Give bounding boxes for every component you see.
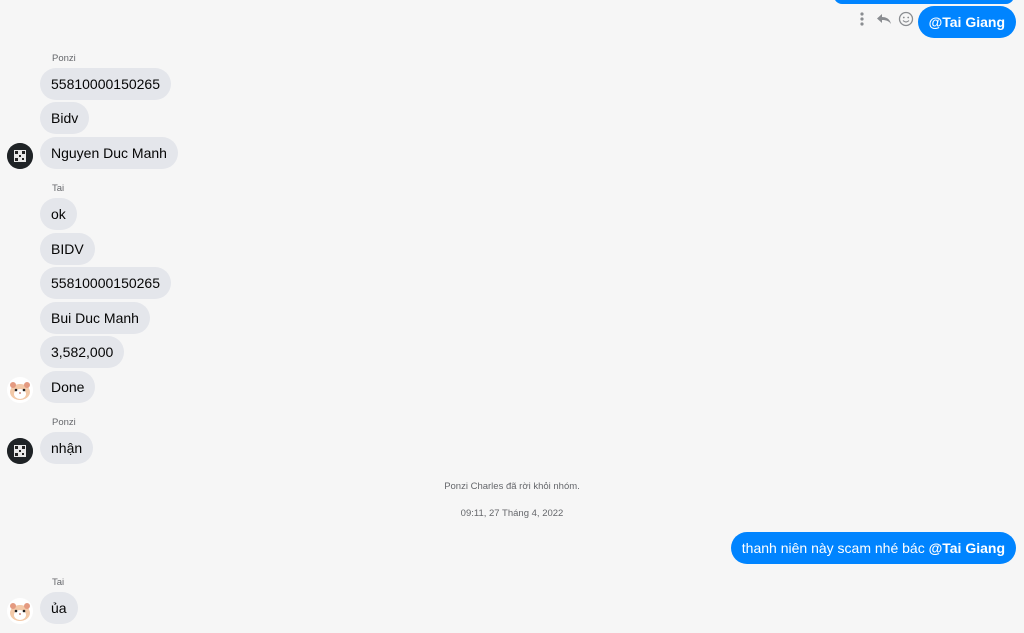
more-vertical-icon[interactable] (854, 11, 870, 27)
outgoing-message-bubble[interactable]: @Tai Giang (917, 6, 1016, 38)
smiley-icon[interactable] (898, 11, 914, 27)
message-text: thanh niên này scam nhé bác (741, 540, 929, 556)
system-notice: Ponzi Charles đã rời khỏi nhóm. (444, 481, 580, 492)
incoming-message-bubble[interactable]: 55810000150265 (40, 68, 172, 100)
incoming-message-bubble[interactable]: Bui Duc Manh (40, 302, 150, 334)
avatar[interactable] (7, 143, 33, 169)
message-actions (854, 11, 914, 27)
outgoing-message-bubble[interactable]: thanh niên này scam nhé bác @Tai Giang (730, 532, 1016, 564)
outgoing-message-bubble-partial[interactable] (834, 0, 1014, 4)
incoming-message-bubble[interactable]: ủa (40, 592, 78, 624)
incoming-message-bubble[interactable]: Nguyen Duc Manh (40, 137, 178, 169)
incoming-message-bubble[interactable]: 3,582,000 (40, 336, 125, 368)
incoming-message-bubble[interactable]: Bidv (40, 102, 90, 134)
incoming-message-bubble[interactable]: nhận (40, 432, 94, 464)
chat-thread: @Tai Giang Ponzi 55810000150265 Bidv Ngu… (0, 0, 1024, 633)
sender-name: Tai (52, 577, 65, 588)
incoming-message-bubble[interactable]: 55810000150265 (40, 267, 172, 299)
sender-name: Tai (52, 183, 65, 194)
avatar[interactable] (7, 377, 33, 403)
sender-name: Ponzi (52, 53, 76, 64)
timestamp: 09:11, 27 Tháng 4, 2022 (460, 508, 564, 519)
mention[interactable]: @Tai Giang (929, 14, 1005, 30)
incoming-message-bubble[interactable]: BIDV (40, 233, 95, 265)
mention[interactable]: @Tai Giang (929, 540, 1005, 556)
avatar[interactable] (7, 598, 33, 624)
sender-name: Ponzi (52, 417, 76, 428)
incoming-message-bubble[interactable]: Done (40, 371, 96, 403)
incoming-message-bubble[interactable]: ok (40, 198, 77, 230)
reply-icon[interactable] (876, 11, 892, 27)
avatar[interactable] (7, 438, 33, 464)
